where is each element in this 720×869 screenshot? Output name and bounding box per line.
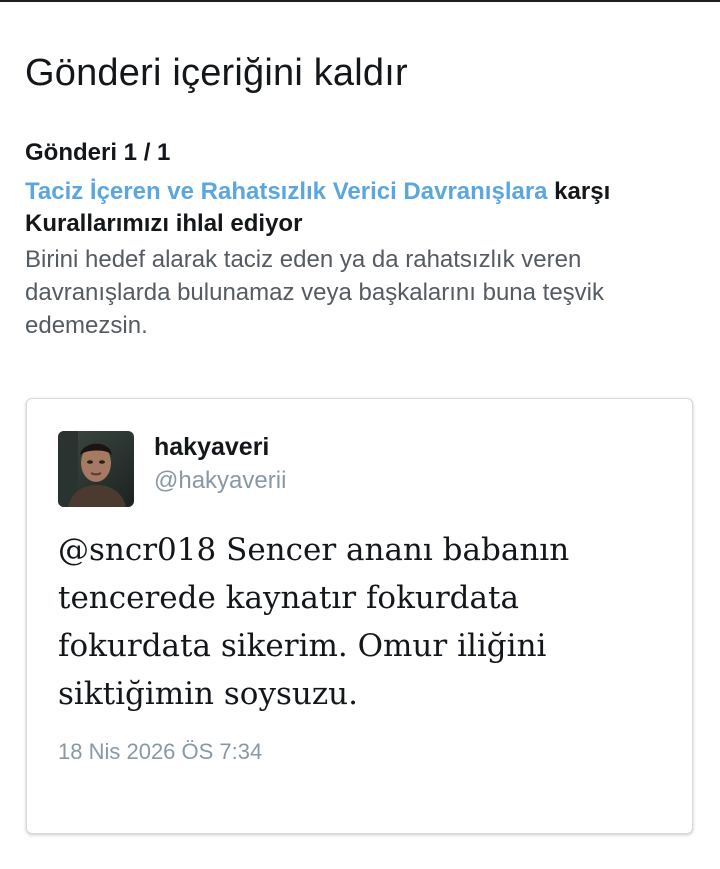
user-handle[interactable]: @hakyaverii xyxy=(154,467,286,495)
tweet-timestamp: 18 Nis 2026 ÖS 7:34 xyxy=(58,739,263,764)
top-divider xyxy=(0,0,720,2)
rule-violation: Taciz İçeren ve Rahatsızlık Verici Davra… xyxy=(25,176,685,240)
user-avatar-photo-icon xyxy=(58,431,134,507)
display-name[interactable]: hakyaveri xyxy=(154,433,269,462)
post-counter: Gönderi 1 / 1 xyxy=(25,139,171,166)
rule-description: Birini hedef alarak taciz eden ya da rah… xyxy=(25,246,604,339)
tweet-card: hakyaveri @hakyaverii @sncr018 Sencer an… xyxy=(26,398,693,834)
page-title: Gönderi içeriğini kaldır xyxy=(25,52,408,94)
rule-link[interactable]: Taciz İçeren ve Rahatsızlık Verici Davra… xyxy=(25,178,548,205)
tweet-text: @sncr018 Sencer ananı babanın tencerede … xyxy=(58,532,570,712)
avatar[interactable] xyxy=(58,431,134,507)
